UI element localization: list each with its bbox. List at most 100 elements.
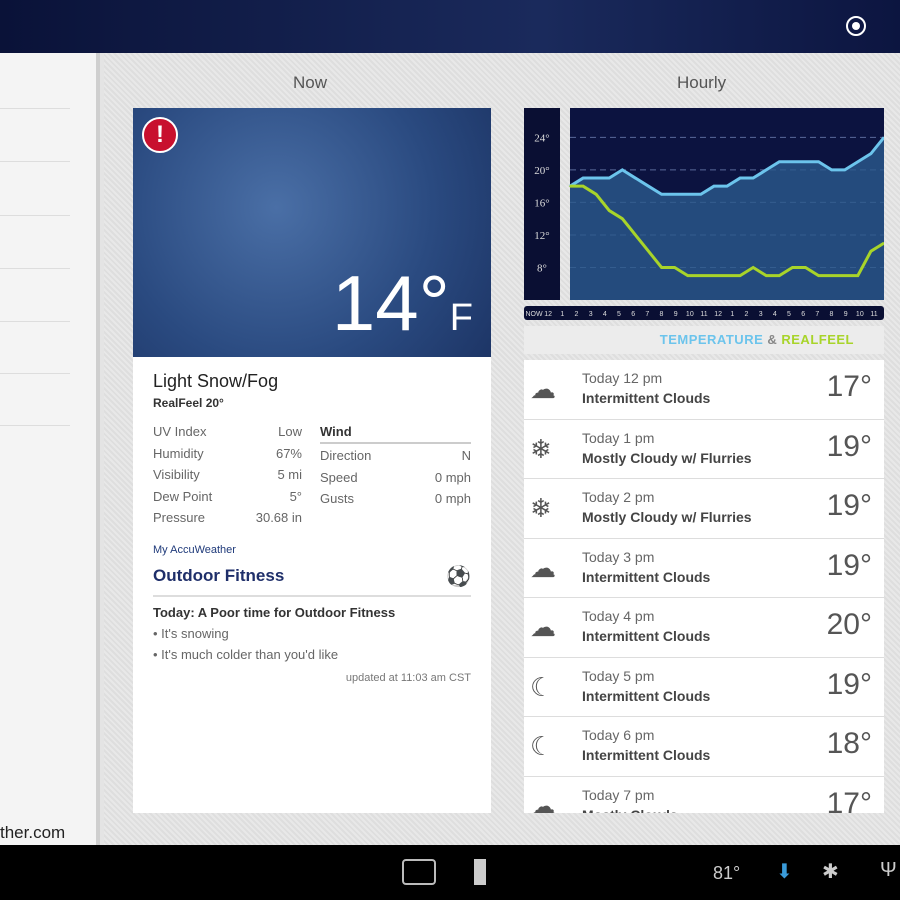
data-point: [804, 160, 807, 163]
x-tick-label: 5: [787, 311, 791, 318]
fitness-bullet: • It's much colder than you'd like: [153, 646, 339, 662]
data-point: [752, 177, 754, 179]
stats-list: UV Index Low Humidity 67% Visibility 5 mi Dew …: [153, 424, 302, 532]
hour-time: Today 1 pm: [582, 429, 655, 446]
stat-value: 5°: [289, 488, 302, 504]
alert-icon[interactable]: !: [142, 117, 178, 153]
data-point: [582, 185, 584, 187]
data-point: [582, 177, 584, 179]
data-point: [700, 193, 702, 196]
stat-value: 0 mph: [434, 491, 471, 506]
hourly-row[interactable]: ☁ Today 3 pm Intermittent Clouds 19°: [524, 538, 884, 598]
x-tick-label: 7: [645, 311, 649, 318]
hour-desc: Intermittent Clouds: [582, 568, 711, 585]
my-accuweather-label: My AccuWeather: [153, 543, 236, 556]
x-tick-label: 8: [830, 311, 834, 318]
hour-time: Today 3 pm: [582, 548, 655, 565]
realfeel: RealFeel 20°: [153, 396, 224, 410]
stat-row: Direction N: [320, 448, 471, 470]
data-point: [595, 177, 597, 179]
data-point: [686, 274, 689, 277]
hour-time: Today 12 pm: [582, 370, 663, 386]
fitness-summary: Today: A Poor time for Outdoor Fitness: [153, 604, 396, 620]
stat-row: Pressure 30.68 in: [153, 510, 302, 532]
weather-icon: ☾: [530, 671, 554, 702]
weather-icon: ☁: [530, 790, 556, 814]
x-tick-label: 3: [759, 311, 763, 318]
hourly-list[interactable]: ☁ Today 12 pm Intermittent Clouds 17° ❄ Today…: [524, 360, 884, 813]
stat-label: Pressure: [153, 510, 206, 525]
y-tick-label: 24°: [534, 132, 549, 144]
data-point: [791, 266, 794, 269]
hour-temp: 20°: [826, 608, 872, 641]
hour-desc: Mostly Cloudy w/ Flurries: [582, 449, 752, 466]
stat-label: Gusts: [320, 491, 354, 506]
condition: Light Snow/Fog: [153, 371, 279, 391]
data-point: [739, 274, 741, 277]
hour-temp: 19°: [826, 489, 872, 522]
data-point: [647, 250, 650, 253]
weather-icon: ❄: [530, 433, 552, 464]
hour-temp: 19°: [826, 548, 872, 582]
hourly-row[interactable]: ☾ Today 6 pm Intermittent Clouds 18°: [524, 717, 884, 777]
chart-legend-dropdown[interactable]: TEMPERATURE & REALFEEL: [524, 326, 884, 354]
stat-value: Low: [278, 424, 302, 439]
hourly-row[interactable]: ☁ Today 4 pm Intermittent Clouds 20°: [524, 598, 884, 658]
legend-amp: &: [763, 332, 782, 347]
x-tick-label: 7: [815, 311, 819, 318]
stat-row: Gusts 0 mph: [320, 491, 471, 513]
hour-desc: Mostly Clouds: [582, 807, 678, 814]
x-tick-label: 2: [575, 311, 579, 318]
data-point: [660, 193, 663, 196]
data-point: [804, 266, 807, 269]
fitness-dropdown[interactable]: Outdoor Fitness ⚽: [153, 558, 471, 597]
data-point: [634, 234, 637, 236]
current-conditions-card: ! 14°F Light Snow/Fog RealFeel 20° UV In…: [133, 108, 491, 813]
x-tick-label: 10: [686, 311, 694, 318]
locate-icon[interactable]: [846, 16, 866, 36]
wind-panel: Wind Direction N Speed 0 mph Gusts 0 mph: [320, 424, 471, 532]
legend-temperature: TEMPERATURE: [659, 332, 764, 347]
stat-label: Speed: [320, 469, 358, 485]
x-tick-label: 5: [617, 311, 621, 318]
site-link[interactable]: ther.com: [0, 821, 65, 845]
x-tick-label: 4: [773, 311, 777, 318]
hourly-row[interactable]: ☁ Today 7 pm Mostly Clouds 17°: [524, 776, 884, 814]
fitness-icon: ⚽: [446, 565, 471, 588]
x-tick-label: 6: [631, 311, 635, 318]
stat-label: UV Index: [153, 424, 207, 439]
side-panel: ther.com: [0, 53, 100, 845]
hour-temp: 19°: [826, 667, 872, 701]
screenshot-icon[interactable]: [474, 859, 486, 885]
recent-apps-icon[interactable]: [402, 859, 436, 885]
hourly-row[interactable]: ❄ Today 1 pm Mostly Cloudy w/ Flurries 19°: [524, 419, 884, 479]
data-point: [621, 217, 624, 220]
stat-label: Visibility: [153, 467, 200, 482]
data-point: [765, 274, 768, 277]
data-point: [830, 274, 833, 277]
hourly-row[interactable]: ☁ Today 12 pm Intermittent Clouds 17°: [524, 360, 884, 420]
data-point: [765, 169, 768, 171]
x-tick-label: 2: [745, 311, 749, 318]
stat-value: 67%: [275, 445, 302, 461]
y-tick-label: 12°: [534, 230, 549, 242]
x-tick-label: 9: [674, 311, 678, 318]
data-point: [843, 169, 846, 171]
hour-desc: Intermittent Clouds: [582, 390, 711, 406]
hour-time: Today 5 pm: [582, 667, 655, 684]
data-point: [817, 160, 820, 163]
stat-value: N: [461, 448, 471, 463]
x-tick-label: 4: [603, 311, 607, 318]
stat-label: Dew Point: [153, 488, 213, 504]
temp-value: 14°: [331, 259, 450, 347]
data-point: [739, 177, 741, 179]
stat-label: Humidity: [153, 445, 204, 461]
x-tick-label: 1: [560, 311, 564, 318]
hourly-row[interactable]: ☾ Today 5 pm Intermittent Clouds 19°: [524, 657, 884, 717]
weather-icon: ☁: [530, 552, 556, 583]
hourly-row[interactable]: ❄ Today 2 pm Mostly Cloudy w/ Flurries 19°: [524, 479, 884, 539]
x-tick-label: 11: [700, 311, 707, 318]
x-tick-label: 11: [870, 311, 877, 318]
data-point: [608, 209, 611, 212]
hourly-chart: 24°20°16°12°8°NOW 12 1 2 3 4 5 6 7 8 9 10 11 12 1 2 3 4 5 6…: [524, 108, 884, 320]
